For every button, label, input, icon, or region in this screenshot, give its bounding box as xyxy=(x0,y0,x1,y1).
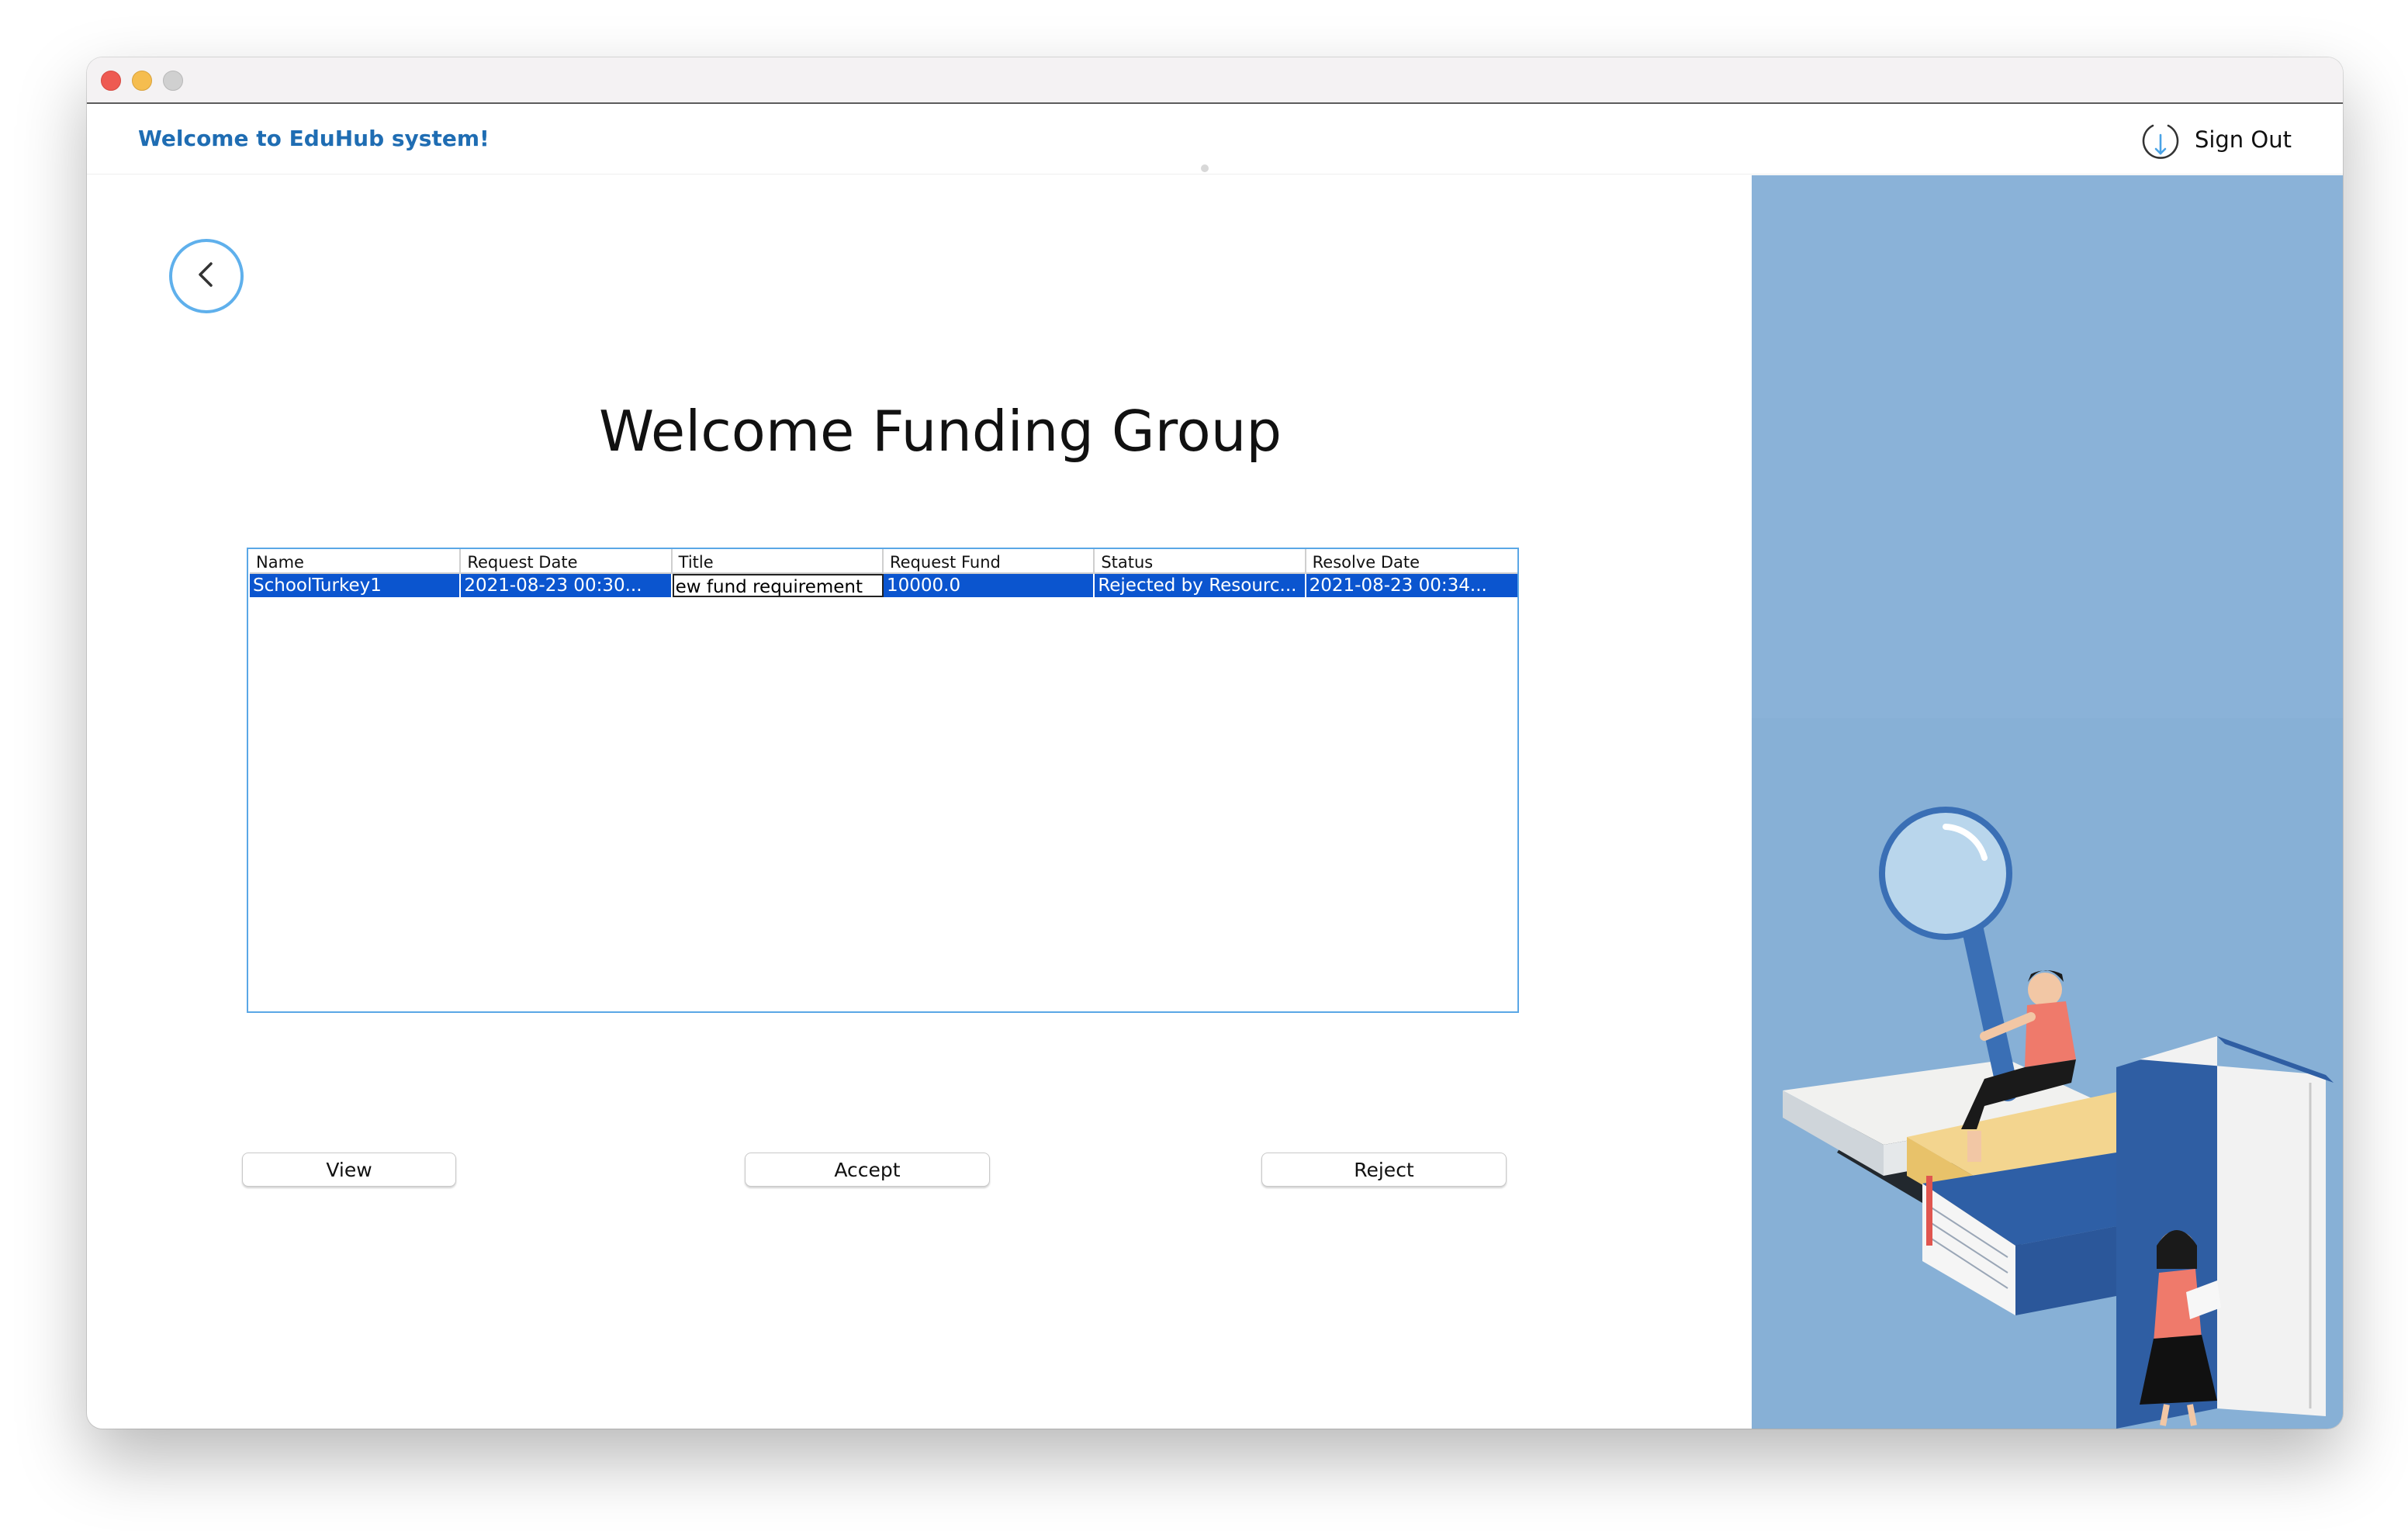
split-pane-divider-handle[interactable] xyxy=(1201,164,1209,172)
column-header-status[interactable]: Status xyxy=(1095,549,1306,574)
sign-out-label: Sign Out xyxy=(2194,126,2292,153)
column-header-request-fund[interactable]: Request Fund xyxy=(883,549,1095,574)
zoom-window-button[interactable] xyxy=(163,71,183,91)
view-button[interactable]: View xyxy=(242,1153,456,1187)
reject-button[interactable]: Reject xyxy=(1261,1153,1507,1187)
app-window: Welcome to EduHub system! Sign Out Welco… xyxy=(87,57,2343,1429)
requests-table[interactable]: Name Request Date Title Request Fund Sta… xyxy=(247,548,1519,1013)
minimize-window-button[interactable] xyxy=(132,71,152,91)
table-header: Name Request Date Title Request Fund Sta… xyxy=(250,549,1517,574)
column-header-name[interactable]: Name xyxy=(250,549,462,574)
cell-resolve-date[interactable]: 2021-08-23 00:34... xyxy=(1306,574,1517,597)
chevron-left-icon xyxy=(191,259,222,294)
cell-request-date[interactable]: 2021-08-23 00:30... xyxy=(461,574,673,597)
cell-status[interactable]: Rejected by Resourc... xyxy=(1095,574,1306,597)
title-bar xyxy=(87,57,2343,104)
cell-name[interactable]: SchoolTurkey1 xyxy=(250,574,462,597)
column-header-title[interactable]: Title xyxy=(672,549,884,574)
books-illustration xyxy=(1752,175,2343,1429)
table-row[interactable]: SchoolTurkey1 2021-08-23 00:30... ew fun… xyxy=(250,574,1517,597)
accept-button[interactable]: Accept xyxy=(745,1153,990,1187)
column-header-resolve-date[interactable]: Resolve Date xyxy=(1306,549,1517,574)
back-button[interactable] xyxy=(169,239,244,313)
desktop: Welcome to EduHub system! Sign Out Welco… xyxy=(0,0,2408,1531)
power-icon xyxy=(2139,118,2182,161)
column-header-request-date[interactable]: Request Date xyxy=(461,549,673,574)
header-bar: Welcome to EduHub system! Sign Out xyxy=(87,104,2343,175)
close-window-button[interactable] xyxy=(101,71,121,91)
cell-title-editor[interactable]: ew fund requirement xyxy=(672,574,884,597)
sign-out-button[interactable]: Sign Out xyxy=(2139,116,2292,163)
welcome-message: Welcome to EduHub system! xyxy=(138,126,490,151)
cell-request-fund[interactable]: 10000.0 xyxy=(883,574,1095,597)
page-title: Welcome Funding Group xyxy=(598,399,1282,464)
